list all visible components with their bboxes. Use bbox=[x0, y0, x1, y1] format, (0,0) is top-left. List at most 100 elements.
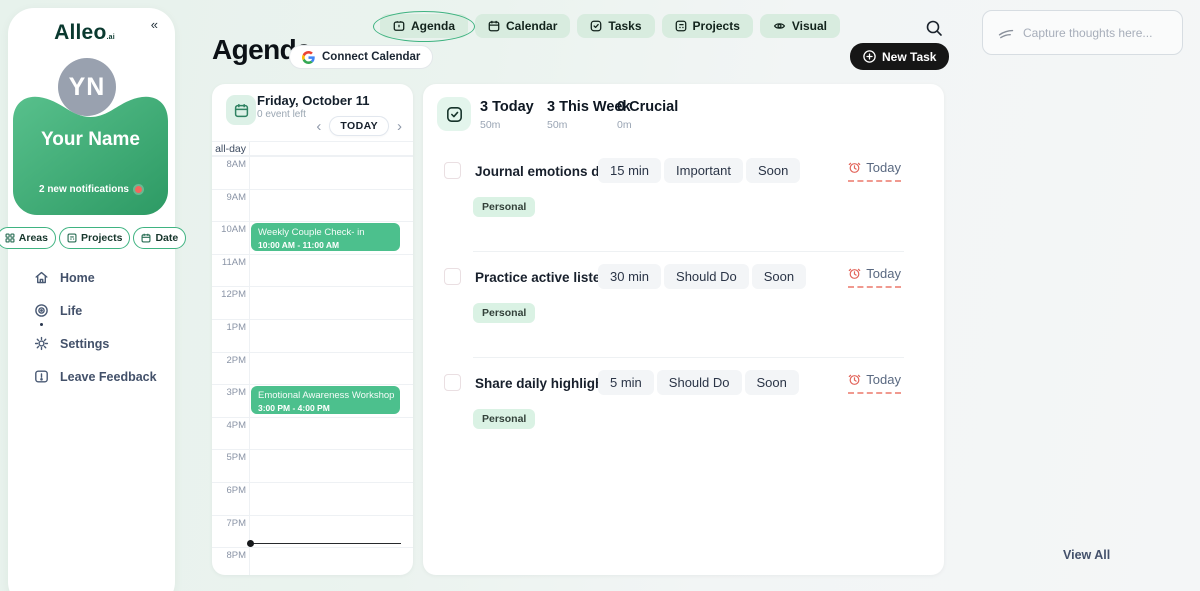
current-time-line bbox=[250, 543, 401, 544]
hour-row: 7PM bbox=[212, 515, 413, 516]
filter-areas-button[interactable]: Areas bbox=[0, 227, 56, 249]
task-when-chip[interactable]: Soon bbox=[745, 370, 799, 395]
filter-areas-label: Areas bbox=[19, 232, 48, 244]
task-duration-chip[interactable]: 15 min bbox=[598, 158, 661, 183]
tasks-panel: 3 Today 50m 3 This Week 50m 0 Crucial 0m… bbox=[423, 84, 944, 575]
life-indicator-dot bbox=[40, 323, 43, 326]
filter-projects-button[interactable]: Projects bbox=[59, 227, 130, 249]
current-time-dot bbox=[247, 540, 254, 547]
hour-label: 8AM bbox=[212, 159, 246, 170]
task-due-badge[interactable]: Today bbox=[848, 160, 901, 182]
projects-icon bbox=[67, 233, 77, 243]
hour-label: 3PM bbox=[212, 387, 246, 398]
task-due-badge[interactable]: Today bbox=[848, 266, 901, 288]
tasks-icon bbox=[590, 20, 602, 32]
sidebar-item-leave-feedback[interactable]: Leave Feedback bbox=[34, 369, 157, 384]
connect-calendar-button[interactable]: Connect Calendar bbox=[289, 45, 433, 69]
hour-label: 7PM bbox=[212, 518, 246, 529]
capture-thoughts-input[interactable]: Capture thoughts here... bbox=[982, 10, 1183, 55]
task-priority-chip[interactable]: Should Do bbox=[664, 264, 749, 289]
hour-label: 11AM bbox=[212, 257, 246, 268]
hour-row: 9AM bbox=[212, 189, 413, 190]
task-checkbox[interactable] bbox=[444, 374, 461, 391]
calendar-icon bbox=[488, 20, 500, 32]
google-icon bbox=[302, 51, 315, 64]
all-day-row: all-day bbox=[212, 142, 413, 156]
all-day-label: all-day bbox=[212, 143, 246, 155]
tab-projects[interactable]: Projects bbox=[662, 14, 753, 38]
task-due-label: Today bbox=[866, 160, 901, 175]
stat-today-time: 50m bbox=[480, 119, 534, 131]
avatar[interactable]: YN bbox=[58, 58, 116, 116]
search-icon bbox=[925, 19, 943, 37]
stat-crucial: 0 Crucial 0m bbox=[617, 99, 678, 131]
calendar-events-left: 0 event left bbox=[257, 109, 306, 120]
search-button[interactable] bbox=[925, 19, 943, 37]
hour-row: 5PM bbox=[212, 449, 413, 450]
task-duration-chip[interactable]: 30 min bbox=[598, 264, 661, 289]
task-tag-chip[interactable]: Personal bbox=[473, 409, 535, 429]
tab-visual[interactable]: Visual bbox=[760, 14, 840, 38]
stat-crucial-count: 0 Crucial bbox=[617, 99, 678, 115]
tab-agenda-label: Agenda bbox=[411, 19, 455, 33]
task-checkbox[interactable] bbox=[444, 162, 461, 179]
task-when-chip[interactable]: Soon bbox=[752, 264, 806, 289]
task-tag-chip[interactable]: Personal bbox=[473, 303, 535, 323]
calendar-event[interactable]: Emotional Awareness Workshop3:00 PM - 4:… bbox=[251, 386, 400, 415]
sidebar-item-home-label: Home bbox=[60, 271, 95, 285]
task-due-label: Today bbox=[866, 266, 901, 281]
chevron-left-icon[interactable]: ‹ bbox=[316, 119, 321, 134]
task-chip-group: 5 min Should Do Soon bbox=[598, 370, 799, 395]
plus-circle-icon bbox=[863, 50, 876, 63]
filter-date-button[interactable]: Date bbox=[133, 227, 186, 249]
task-checkbox[interactable] bbox=[444, 268, 461, 285]
hour-row: 8PM bbox=[212, 547, 413, 548]
stat-today-count: 3 Today bbox=[480, 99, 534, 115]
task-priority-chip[interactable]: Important bbox=[664, 158, 743, 183]
task-title[interactable]: Share daily highlight bbox=[475, 376, 608, 391]
hour-row: 11AM bbox=[212, 254, 413, 255]
hour-row: 6PM bbox=[212, 482, 413, 483]
today-button[interactable]: TODAY bbox=[329, 116, 389, 136]
task-when-chip[interactable]: Soon bbox=[746, 158, 800, 183]
task-priority-chip[interactable]: Should Do bbox=[657, 370, 742, 395]
new-task-button[interactable]: New Task bbox=[850, 43, 949, 70]
sidebar-item-leave-feedback-label: Leave Feedback bbox=[60, 370, 157, 384]
calendar-grid[interactable]: all-day 8AM9AM10AM11AM12PM1PM2PM3PM4PM5P… bbox=[212, 141, 413, 575]
calendar-glyph-icon bbox=[234, 103, 249, 118]
alarm-icon bbox=[848, 161, 861, 174]
gear-icon bbox=[34, 336, 49, 351]
view-all-link[interactable]: View All bbox=[1063, 548, 1110, 562]
tab-tasks[interactable]: Tasks bbox=[577, 14, 654, 38]
hour-row: 1PM bbox=[212, 319, 413, 320]
tasks-header-icon-box bbox=[437, 97, 471, 131]
tab-calendar[interactable]: Calendar bbox=[475, 14, 570, 38]
capture-pen-icon bbox=[998, 26, 1014, 40]
task-due-label: Today bbox=[866, 372, 901, 387]
alarm-icon bbox=[848, 373, 861, 386]
event-title: Weekly Couple Check- in bbox=[258, 227, 393, 238]
tab-projects-label: Projects bbox=[693, 19, 740, 33]
sidebar-item-home[interactable]: Home bbox=[34, 270, 157, 285]
sidebar-item-life-label: Life bbox=[60, 304, 82, 318]
hour-label: 6PM bbox=[212, 485, 246, 496]
calendar-event[interactable]: Weekly Couple Check- in 10:00 AM - 11:00 … bbox=[251, 223, 400, 252]
hour-row: 12PM bbox=[212, 286, 413, 287]
task-due-badge[interactable]: Today bbox=[848, 372, 901, 394]
event-time: 3:00 PM - 4:00 PM bbox=[258, 403, 393, 413]
event-time: 10:00 AM - 11:00 AM bbox=[258, 240, 393, 250]
chevron-right-icon[interactable]: › bbox=[397, 119, 402, 134]
sidebar-item-settings[interactable]: Settings bbox=[34, 336, 157, 351]
notifications-label: 2 new notifications bbox=[39, 184, 129, 195]
feedback-icon bbox=[34, 369, 49, 384]
app-logo-suffix: .ai bbox=[106, 34, 114, 41]
sidebar-item-life[interactable]: Life bbox=[34, 303, 157, 318]
life-target-icon bbox=[34, 303, 49, 318]
stat-crucial-time: 0m bbox=[617, 119, 678, 131]
tab-agenda[interactable]: Agenda bbox=[380, 14, 468, 38]
filter-date-label: Date bbox=[155, 232, 178, 244]
task-duration-chip[interactable]: 5 min bbox=[598, 370, 654, 395]
top-nav-tabs: Agenda Calendar Tasks Projects Visual bbox=[380, 14, 840, 38]
task-tag-chip[interactable]: Personal bbox=[473, 197, 535, 217]
notifications[interactable]: 2 new notifications bbox=[13, 184, 168, 195]
